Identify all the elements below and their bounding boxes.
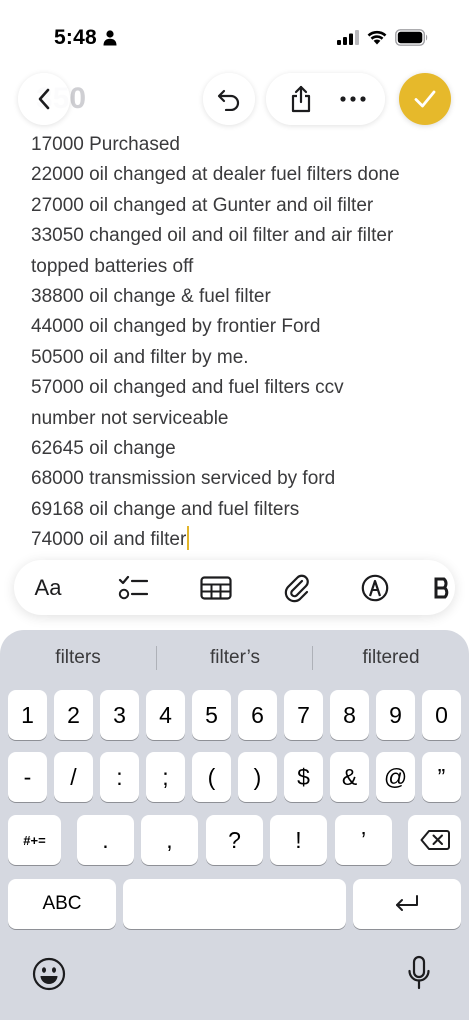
key[interactable]: ;: [146, 752, 185, 802]
more-tools-button[interactable]: [432, 560, 455, 615]
return-icon: [396, 895, 418, 911]
share-button[interactable]: [276, 73, 326, 125]
back-icon: [38, 88, 50, 110]
markup-icon: [361, 574, 389, 601]
delete-icon: [420, 830, 450, 850]
key[interactable]: ): [238, 752, 277, 802]
note-line: 69168 oil change and fuel filters: [31, 498, 300, 520]
back-button[interactable]: [18, 73, 70, 125]
key[interactable]: !: [270, 815, 327, 865]
key[interactable]: 2: [54, 690, 93, 740]
key[interactable]: 3: [100, 690, 139, 740]
dictation-button[interactable]: [402, 953, 436, 993]
signal-icon: [337, 30, 359, 45]
key[interactable]: 4: [146, 690, 185, 740]
table-icon: [200, 575, 232, 600]
person-icon: [103, 30, 117, 46]
checklist-icon: [118, 575, 148, 599]
note-line: 62645 oil change: [31, 438, 176, 460]
key[interactable]: ?: [206, 815, 263, 865]
keyboard: filters filter’s filtered 1 2 3 4 5 6 7 …: [0, 630, 469, 1020]
battery-icon: [395, 29, 428, 46]
note-line: 22000 oil changed at dealer fuel filters…: [31, 164, 400, 186]
suggestion-item[interactable]: filters: [0, 642, 156, 674]
note-line: 57000 oil changed and fuel filters ccv: [31, 377, 344, 399]
space-key[interactable]: [123, 879, 346, 929]
key[interactable]: ,: [141, 815, 198, 865]
key[interactable]: 5: [192, 690, 231, 740]
key[interactable]: 6: [238, 690, 277, 740]
more-icon: [340, 96, 366, 102]
key[interactable]: ’: [335, 815, 392, 865]
suggestion-item[interactable]: filter’s: [157, 642, 313, 674]
format-bar: Aa: [14, 560, 455, 615]
note-line: 68000 transmission serviced by ford: [31, 468, 336, 490]
note-body[interactable]: 17000 Purchased 22000 oil changed at dea…: [31, 130, 461, 556]
key[interactable]: 0: [422, 690, 461, 740]
key[interactable]: (: [192, 752, 231, 802]
markup-button[interactable]: [354, 560, 396, 615]
key[interactable]: 9: [376, 690, 415, 740]
key[interactable]: /: [54, 752, 93, 802]
key[interactable]: :: [100, 752, 139, 802]
text-caret: [187, 526, 190, 551]
suggestion-bar: filters filter’s filtered: [0, 642, 469, 674]
note-line: topped batteries off: [31, 255, 194, 277]
return-key[interactable]: [353, 879, 461, 929]
note-line: 50500 oil and filter by me.: [31, 346, 249, 368]
note-line-last: 74000 oil and filter: [31, 525, 461, 555]
done-button[interactable]: [399, 73, 451, 125]
text-style-button[interactable]: Aa: [24, 560, 72, 615]
key[interactable]: -: [8, 752, 47, 802]
abc-key[interactable]: ABC: [8, 879, 116, 929]
wifi-icon: [367, 30, 387, 45]
key[interactable]: &: [330, 752, 369, 802]
status-time: 5:48: [54, 26, 97, 49]
symbols-toggle-key[interactable]: #+=: [8, 815, 61, 865]
key[interactable]: 7: [284, 690, 323, 740]
delete-key[interactable]: [408, 815, 461, 865]
status-bar: 5:48: [0, 0, 469, 62]
emoji-button[interactable]: [30, 955, 68, 993]
key[interactable]: $: [284, 752, 323, 802]
share-icon: [291, 85, 311, 113]
attachment-button[interactable]: [276, 560, 318, 615]
key[interactable]: .: [77, 815, 134, 865]
suggestion-item[interactable]: filtered: [313, 642, 469, 674]
checklist-button[interactable]: [112, 560, 154, 615]
note-line: 44000 oil changed by frontier Ford: [31, 316, 321, 338]
attachment-icon: [284, 574, 309, 602]
checkmark-icon: [414, 90, 436, 108]
note-line: 33050 changed oil and oil filter and air…: [31, 225, 394, 247]
emoji-icon: [32, 957, 66, 991]
note-line: 17000 Purchased: [31, 134, 180, 155]
actions-pill: [266, 73, 385, 125]
key[interactable]: ”: [422, 752, 461, 802]
note-line: 27000 oil changed at Gunter and oil filt…: [31, 194, 374, 216]
note-toolbar: 350: [0, 70, 469, 130]
undo-icon: [217, 89, 240, 111]
key[interactable]: @: [376, 752, 415, 802]
key[interactable]: 1: [8, 690, 47, 740]
note-line-text: 74000 oil and filter: [31, 529, 187, 551]
undo-button[interactable]: [203, 73, 255, 125]
note-line: number not serviceable: [31, 407, 229, 429]
more-button[interactable]: [328, 73, 378, 125]
table-button[interactable]: [195, 560, 237, 615]
note-line: 38800 oil change & fuel filter: [31, 286, 271, 308]
key[interactable]: 8: [330, 690, 369, 740]
more-tools-icon: [434, 577, 449, 598]
microphone-icon: [408, 955, 430, 990]
